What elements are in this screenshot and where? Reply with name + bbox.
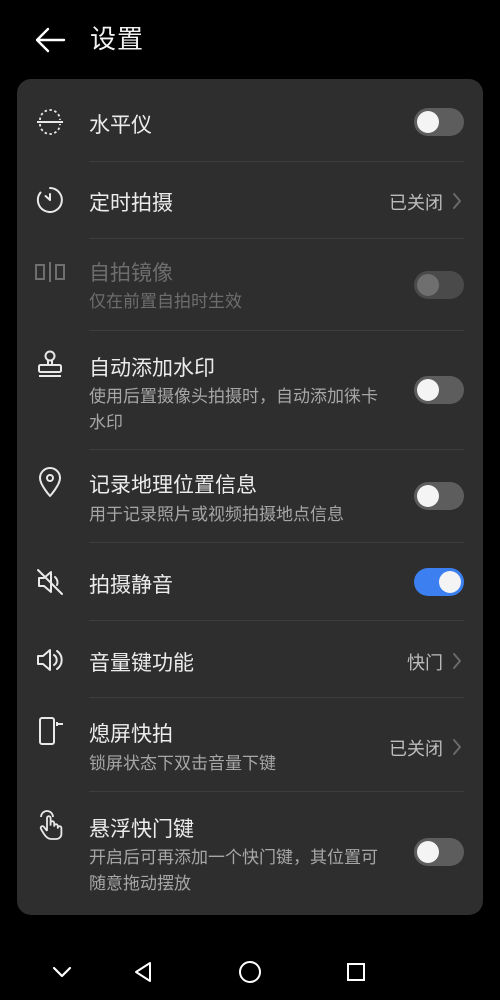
speaker-muted-icon bbox=[33, 565, 67, 599]
setting-row-selfie-mirror[interactable]: 自拍镜像 仅在前置自拍时生效 bbox=[17, 239, 483, 331]
nav-collapse-button[interactable] bbox=[45, 955, 79, 989]
nav-recents-button[interactable] bbox=[339, 955, 373, 989]
setting-subtitle: 使用后置摄像头拍摄时，自动添加徕卡水印 bbox=[89, 387, 378, 433]
back-button[interactable] bbox=[30, 22, 70, 58]
setting-row-screen-off-snap[interactable]: 熄屏快拍 锁屏状态下双击音量下键 已关闭 bbox=[17, 698, 483, 792]
level-toggle[interactable] bbox=[414, 108, 464, 136]
setting-row-volume-key[interactable]: 音量键功能 快门 bbox=[17, 621, 483, 698]
chevron-right-icon bbox=[453, 739, 461, 755]
setting-title: 水平仪 bbox=[89, 113, 152, 137]
setting-row-mute[interactable]: 拍摄静音 bbox=[17, 543, 483, 621]
setting-title: 记录地理位置信息 bbox=[89, 473, 257, 497]
settings-card: 水平仪 定时拍摄 已关闭 自拍镜像 仅在前置自拍时生效 自动添加水印 使用后置摄… bbox=[17, 79, 483, 915]
timer-value: 已关闭 bbox=[389, 193, 443, 214]
system-navbar bbox=[0, 945, 500, 1000]
nav-home-button[interactable] bbox=[233, 955, 267, 989]
recents-square-icon bbox=[347, 963, 365, 981]
level-icon bbox=[33, 105, 67, 139]
timer-icon bbox=[33, 183, 67, 217]
watermark-toggle[interactable] bbox=[414, 376, 464, 404]
speaker-icon bbox=[33, 643, 67, 677]
setting-title: 悬浮快门键 bbox=[89, 817, 194, 841]
selfie-mirror-toggle[interactable] bbox=[414, 271, 464, 299]
home-circle-icon bbox=[239, 961, 261, 983]
setting-title: 熄屏快拍 bbox=[89, 722, 173, 746]
setting-row-location[interactable]: 记录地理位置信息 用于记录照片或视频拍摄地点信息 bbox=[17, 450, 483, 543]
setting-subtitle: 开启后可再添加一个快门键，其位置可随意拖动摆放 bbox=[89, 848, 378, 894]
chevron-right-icon bbox=[453, 653, 461, 669]
back-triangle-icon bbox=[135, 962, 151, 982]
chevron-down-icon bbox=[52, 966, 72, 978]
app-header: 设置 bbox=[0, 0, 500, 80]
setting-row-timer[interactable]: 定时拍摄 已关闭 bbox=[17, 162, 483, 239]
location-toggle[interactable] bbox=[414, 482, 464, 510]
setting-title: 音量键功能 bbox=[89, 651, 194, 675]
screen-off-snap-value: 已关闭 bbox=[389, 739, 443, 760]
chevron-right-icon bbox=[453, 193, 461, 209]
nav-back-button[interactable] bbox=[126, 955, 160, 989]
screen-off-snap-icon bbox=[33, 714, 67, 748]
setting-subtitle: 用于记录照片或视频拍摄地点信息 bbox=[89, 505, 344, 525]
floating-shutter-toggle[interactable] bbox=[414, 838, 464, 866]
setting-title: 自拍镜像 bbox=[89, 261, 173, 285]
setting-title: 定时拍摄 bbox=[89, 191, 173, 215]
volume-key-value: 快门 bbox=[407, 653, 443, 674]
mirror-icon bbox=[33, 255, 67, 289]
touch-hand-icon bbox=[33, 808, 67, 842]
setting-row-level[interactable]: 水平仪 bbox=[17, 79, 483, 162]
setting-row-floating-shutter[interactable]: 悬浮快门键 开启后可再添加一个快门键，其位置可随意拖动摆放 bbox=[17, 792, 483, 915]
setting-row-watermark[interactable]: 自动添加水印 使用后置摄像头拍摄时，自动添加徕卡水印 bbox=[17, 331, 483, 450]
stamp-icon bbox=[33, 347, 67, 381]
location-pin-icon bbox=[33, 466, 67, 500]
setting-subtitle: 锁屏状态下双击音量下键 bbox=[89, 754, 276, 774]
arrow-left-icon bbox=[35, 27, 66, 53]
setting-subtitle: 仅在前置自拍时生效 bbox=[89, 292, 242, 312]
setting-title: 自动添加水印 bbox=[89, 356, 215, 380]
mute-toggle[interactable] bbox=[414, 568, 464, 596]
page-title: 设置 bbox=[90, 25, 145, 55]
setting-title: 拍摄静音 bbox=[89, 573, 173, 597]
